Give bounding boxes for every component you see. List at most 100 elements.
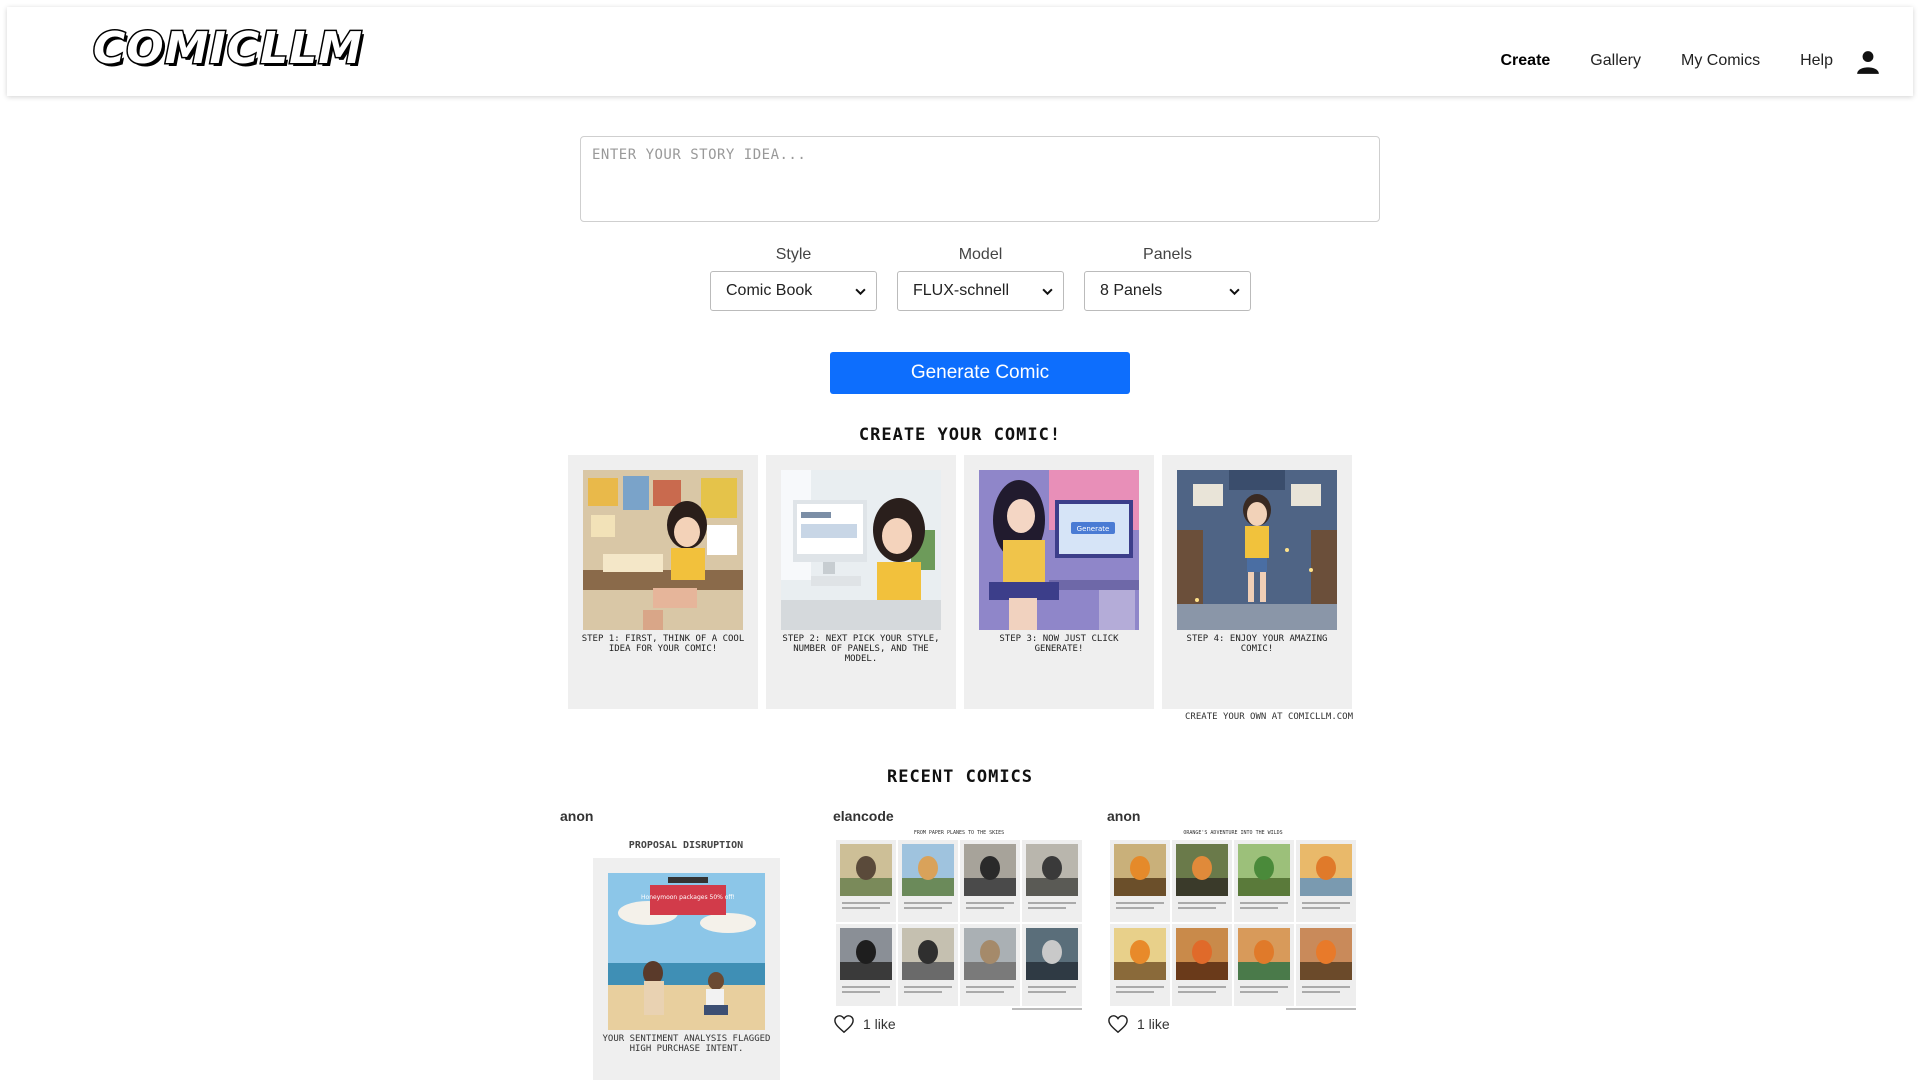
comic-mini-panel [836,840,896,922]
comic-mini-panel-image [840,928,892,980]
generate-comic-button[interactable]: Generate Comic [830,352,1130,394]
comic-mini-caption [1240,986,1288,996]
comic-mini-caption [1302,902,1350,912]
recent-comics-title: Recent Comics [886,767,1034,787]
comicllm-logo[interactable]: COMICLLM [91,25,363,72]
comic-mini-panel [1110,840,1170,922]
step-2-caption: Step 2: Next pick your style, number of … [782,634,940,664]
comic-mini-caption [904,902,952,912]
comic-mini-panel [960,840,1020,922]
comic-mini-panel [1234,924,1294,1006]
comic-mini-caption [842,986,890,996]
style-select[interactable]: Comic Book [710,271,877,311]
panels-select-value: 8 Panels [1100,282,1163,299]
style-select-group: Style Comic Book [710,246,877,311]
step-panel-1: Step 1: First, think of a cool idea for … [568,455,758,709]
comic-mini-caption [1116,902,1164,912]
comic-1-image: Honeymoon packages 50% off! [608,873,765,1030]
nav-link-help[interactable]: Help [1800,52,1833,70]
comic-card-oranges-adventure[interactable]: Orange's Adventure into the Wilds [1108,830,1358,1010]
nav-link-create[interactable]: Create [1500,52,1550,70]
comic-mini-panel-image [964,928,1016,980]
comic-title[interactable]: Proposal Disruption [590,840,782,851]
step-3-image: Generate [979,470,1139,630]
comic-author: anon [1107,808,1141,824]
style-label: Style [775,246,812,263]
model-label: Model [958,246,1003,263]
comic-mini-panel-image [1026,928,1078,980]
comic-card-proposal-disruption[interactable]: Honeymoon packages 50% off! Your sentime… [593,858,780,1080]
comic-mini-panel [1110,924,1170,1006]
comic-mini-panel-image [1114,844,1166,896]
comic-mini-panel [836,924,896,1006]
comic-mini-caption [1028,902,1076,912]
svg-text:Generate: Generate [1077,525,1110,533]
like-control: 1 like [833,1014,896,1034]
tutorial-steps: Step 1: First, think of a cool idea for … [568,455,1353,709]
comic-mini-panel-image [902,928,954,980]
comic-credit-line [1012,1008,1082,1010]
step-1-caption: Step 1: First, think of a cool idea for … [581,634,745,654]
comic-1-banner-text: Honeymoon packages 50% off! [641,894,735,901]
nav-links: Create Gallery My Comics Help [1500,52,1833,70]
comic-mini-panel-image [1300,844,1352,896]
tutorial-credit: Create your own at comicllm.com [1185,712,1353,722]
comic-mini-panel [1296,924,1356,1006]
like-control: 1 like [1107,1014,1170,1034]
comic-title: Orange's Adventure into the Wilds [1183,830,1283,836]
comic-mini-panel-image [1114,928,1166,980]
comic-mini-panel [1022,924,1082,1006]
model-select-group: Model FLUX-schnell [897,246,1064,311]
comic-mini-caption [1178,986,1226,996]
comic-author: elancode [833,808,894,824]
comic-mini-panel-image [840,844,892,896]
comic-mini-panel-image [1238,928,1290,980]
step-2-image [781,470,941,630]
comic-mini-panel [898,840,958,922]
comic-mini-caption [1178,902,1226,912]
nav-link-my-comics[interactable]: My Comics [1681,52,1760,70]
step-panel-3: Generate Step 3: Now just click generate… [964,455,1154,709]
model-select-value: FLUX-schnell [913,282,1010,299]
nav-link-gallery[interactable]: Gallery [1590,52,1641,70]
panels-select[interactable]: 8 Panels [1084,271,1251,311]
chevron-down-icon [855,288,866,295]
step-4-caption: Step 4: Enjoy your amazing comic! [1186,634,1328,654]
comic-mini-panel-image [1176,928,1228,980]
comic-1-caption: Your sentiment analysis flagged high pur… [602,1034,771,1054]
heart-icon[interactable] [833,1014,855,1034]
comic-mini-panel-image [1300,928,1352,980]
story-idea-input[interactable] [580,136,1380,222]
model-select[interactable]: FLUX-schnell [897,271,1064,311]
comic-mini-panel [1296,840,1356,922]
style-select-value: Comic Book [726,282,813,299]
comic-mini-caption [1302,986,1350,996]
comic-mini-caption [1028,986,1076,996]
comic-mini-panel-image [1176,844,1228,896]
comic-mini-panel [1172,840,1232,922]
panels-select-group: Panels 8 Panels [1084,246,1251,311]
comic-author: anon [560,808,594,824]
comic-mini-panel [1172,924,1232,1006]
comic-credit-line [1286,1008,1356,1010]
comic-mini-caption [1116,986,1164,996]
step-3-caption: Step 3: Now just click generate! [999,634,1119,654]
panels-label: Panels [1143,246,1192,263]
step-panel-2: Step 2: Next pick your style, number of … [766,455,956,709]
comic-mini-panel [898,924,958,1006]
step-panel-4: Step 4: Enjoy your amazing comic! [1162,455,1352,709]
comic-mini-caption [966,902,1014,912]
like-count: 1 like [863,1016,896,1032]
comic-mini-caption [842,902,890,912]
step-1-image [583,470,743,630]
comic-mini-panel [960,924,1020,1006]
comic-card-paper-planes[interactable]: From Paper Planes to the Skies [834,830,1084,1010]
comic-title: From Paper Planes to the Skies [913,830,1005,836]
comic-mini-panel-image [1238,844,1290,896]
user-icon[interactable] [1855,49,1881,75]
comic-mini-panel-image [902,844,954,896]
comic-mini-caption [1240,902,1288,912]
comic-mini-caption [966,986,1014,996]
heart-icon[interactable] [1107,1014,1129,1034]
like-count: 1 like [1137,1016,1170,1032]
